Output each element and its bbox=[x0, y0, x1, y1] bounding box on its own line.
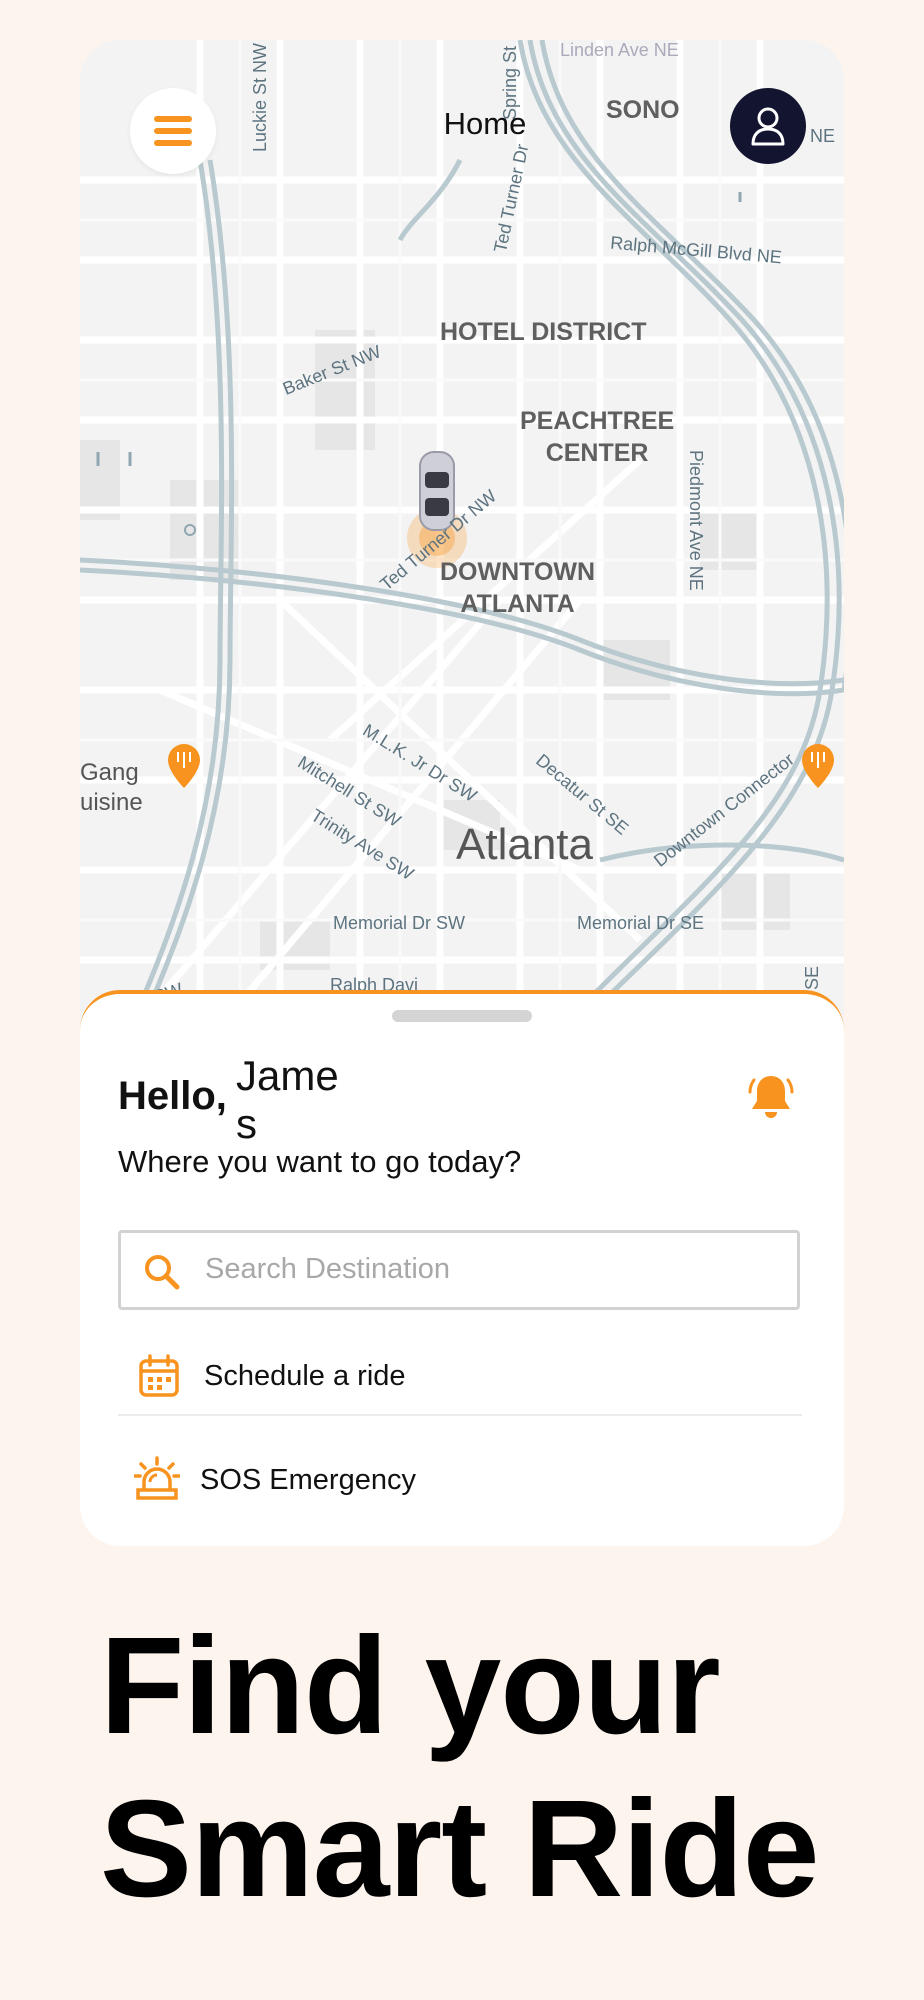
district-label: SONO bbox=[606, 96, 680, 124]
district-label: DOWNTOWN ATLANTA bbox=[440, 558, 596, 618]
phone-screen: SONO HOTEL DISTRICT PEACHTREE CENTER DOW… bbox=[80, 40, 844, 1546]
map-view[interactable]: SONO HOTEL DISTRICT PEACHTREE CENTER DOW… bbox=[80, 40, 844, 1050]
street-label: Piedmont Ave NE bbox=[686, 450, 706, 591]
promo-headline: Find your Smart Ride bbox=[100, 1609, 820, 1926]
place-label: Gang uisine bbox=[80, 759, 143, 816]
district-label: HOTEL DISTRICT bbox=[440, 318, 647, 346]
street-label: Luckie St NW bbox=[250, 42, 270, 152]
siren-icon bbox=[134, 1456, 180, 1500]
user-icon bbox=[751, 107, 785, 146]
search-icon bbox=[145, 1255, 180, 1290]
subtitle: Where you want to go today? bbox=[118, 1144, 522, 1179]
bell-icon bbox=[748, 1076, 794, 1118]
district-label: PEACHTREE CENTER bbox=[520, 407, 675, 467]
menu-button[interactable] bbox=[130, 88, 216, 174]
notifications-button[interactable] bbox=[748, 1072, 794, 1127]
sos-emergency-label: SOS Emergency bbox=[200, 1464, 416, 1496]
greeting: Hello, bbox=[118, 1074, 227, 1118]
sos-emergency-item[interactable]: SOS Emergency bbox=[118, 1438, 802, 1524]
city-label: Atlanta bbox=[456, 820, 593, 869]
map-streets-graphic bbox=[80, 40, 844, 1050]
bottom-sheet: Hello, James Where you want to go today? bbox=[80, 990, 844, 1546]
schedule-ride-label: Schedule a ride bbox=[204, 1360, 406, 1392]
street-label: Memorial Dr SW bbox=[333, 913, 466, 933]
search-input[interactable] bbox=[205, 1247, 765, 1291]
calendar-icon bbox=[139, 1354, 179, 1397]
street-label: Memorial Dr SE bbox=[577, 913, 705, 933]
street-label: Linden Ave NE bbox=[560, 40, 679, 60]
search-box[interactable] bbox=[118, 1230, 800, 1310]
drag-handle[interactable] bbox=[392, 1010, 532, 1022]
profile-button[interactable] bbox=[730, 88, 806, 164]
divider bbox=[118, 1414, 802, 1416]
user-name: James bbox=[236, 1052, 339, 1147]
schedule-ride-item[interactable]: Schedule a ride bbox=[118, 1334, 802, 1420]
hamburger-icon bbox=[154, 113, 192, 149]
page-title: Home bbox=[443, 106, 527, 141]
street-label: NE bbox=[810, 126, 836, 146]
